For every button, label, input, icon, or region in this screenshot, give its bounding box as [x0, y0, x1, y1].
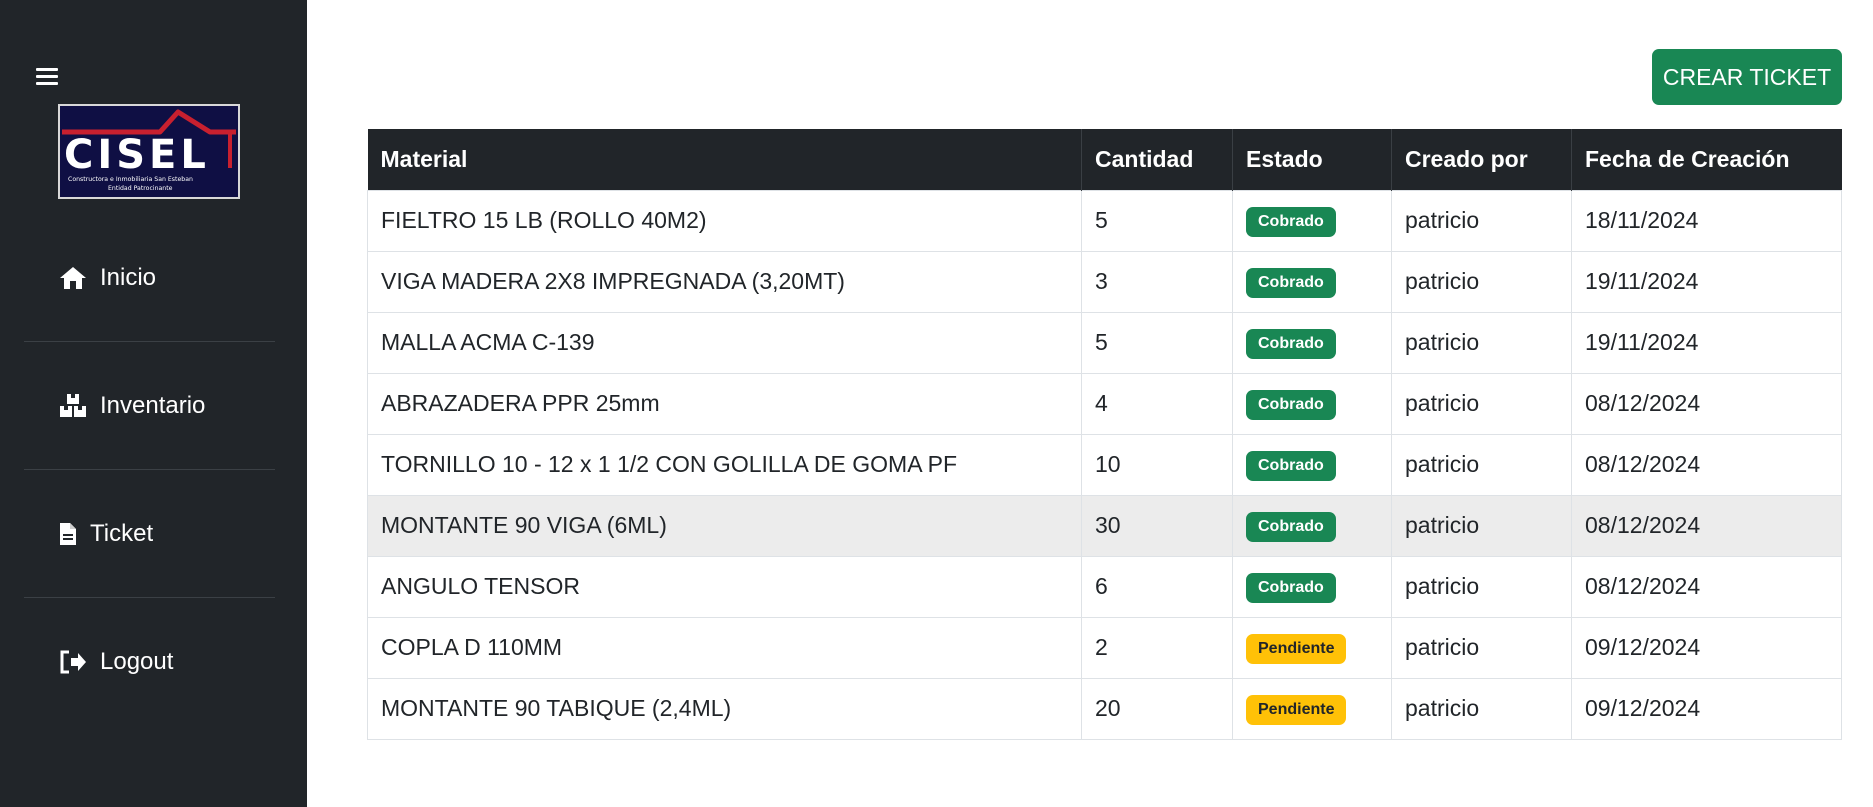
status-badge: Cobrado — [1246, 511, 1336, 542]
table-row[interactable]: MONTANTE 90 TABIQUE (2,4ML) 20 Pendiente pa… — [367, 677, 1842, 740]
material-cell: ABRAZADERA PPR 25mm — [367, 372, 1082, 435]
creado-por-cell: patricio — [1391, 311, 1572, 374]
material-cell: VIGA MADERA 2X8 IMPREGNADA (3,20MT) — [367, 250, 1082, 313]
status-badge: Cobrado — [1246, 572, 1336, 603]
logo-tagline-1: Constructora e Inmobiliaria San Esteban — [68, 176, 193, 183]
cantidad-cell: 6 — [1081, 555, 1233, 618]
estado-cell: Cobrado — [1232, 555, 1392, 618]
creado-por-cell: patricio — [1391, 372, 1572, 435]
status-badge: Cobrado — [1246, 389, 1336, 420]
table-header-row: Material Cantidad Estado Creado por Fech… — [367, 129, 1842, 190]
estado-cell: Cobrado — [1232, 433, 1392, 496]
logout-icon — [58, 648, 88, 676]
creado-por-cell: patricio — [1391, 189, 1572, 252]
fecha-cell: 19/11/2024 — [1571, 311, 1842, 374]
sidebar-item-label: Ticket — [90, 519, 154, 547]
fecha-cell: 18/11/2024 — [1571, 189, 1842, 252]
cantidad-cell: 2 — [1081, 616, 1233, 679]
sidebar-item-ticket[interactable]: Ticket — [24, 470, 275, 598]
fecha-cell: 09/12/2024 — [1571, 677, 1842, 740]
column-header-estado[interactable]: Estado — [1232, 129, 1392, 190]
main-content: CREAR TICKET Material Cantidad Estado Cr… — [307, 0, 1873, 807]
creado-por-cell: patricio — [1391, 433, 1572, 496]
table-row[interactable]: MALLA ACMA C-139 5 Cobrado patricio 19/11/20… — [367, 311, 1842, 374]
fecha-cell: 08/12/2024 — [1571, 494, 1842, 557]
sidebar-item-label: Inventario — [100, 391, 206, 419]
fecha-cell: 09/12/2024 — [1571, 616, 1842, 679]
material-cell: TORNILLO 10 - 12 x 1 1/2 CON GOLILLA DE … — [367, 433, 1082, 496]
status-badge: Cobrado — [1246, 450, 1336, 481]
material-cell: MALLA ACMA C-139 — [367, 311, 1082, 374]
column-header-material[interactable]: Material — [367, 129, 1082, 190]
table-row[interactable]: MONTANTE 90 VIGA (6ML) 30 Cobrado patricio 0… — [367, 494, 1842, 557]
hamburger-menu-icon[interactable] — [36, 68, 58, 88]
sidebar-item-logout[interactable]: Logout — [24, 598, 275, 726]
status-badge: Cobrado — [1246, 267, 1336, 298]
table-row[interactable]: COPLA D 110MM 2 Pendiente patricio 09/12/202… — [367, 616, 1842, 679]
file-icon — [58, 520, 78, 548]
creado-por-cell: patricio — [1391, 677, 1572, 740]
creado-por-cell: patricio — [1391, 555, 1572, 618]
fecha-cell: 08/12/2024 — [1571, 372, 1842, 435]
fecha-cell: 08/12/2024 — [1571, 433, 1842, 496]
estado-cell: Cobrado — [1232, 494, 1392, 557]
status-badge: Cobrado — [1246, 328, 1336, 359]
table-row[interactable]: VIGA MADERA 2X8 IMPREGNADA (3,20MT) 3 Cobr… — [367, 250, 1842, 313]
estado-cell: Cobrado — [1232, 250, 1392, 313]
material-cell: ANGULO TENSOR — [367, 555, 1082, 618]
material-cell: FIELTRO 15 LB (ROLLO 40M2) — [367, 189, 1082, 252]
estado-cell: Cobrado — [1232, 311, 1392, 374]
sidebar-item-label: Logout — [100, 648, 174, 675]
creado-por-cell: patricio — [1391, 494, 1572, 557]
company-logo: CISEL Constructora e Inmobiliaria San Es… — [58, 104, 240, 199]
logo-text: CISEL — [64, 132, 210, 178]
cantidad-cell: 3 — [1081, 250, 1233, 313]
sidebar: CISEL Constructora e Inmobiliaria San Es… — [0, 0, 307, 807]
column-header-creado-por[interactable]: Creado por — [1391, 129, 1572, 190]
table-row[interactable]: FIELTRO 15 LB (ROLLO 40M2) 5 Cobrado patric… — [367, 189, 1842, 252]
estado-cell: Pendiente — [1232, 677, 1392, 740]
status-badge: Cobrado — [1246, 206, 1336, 237]
cantidad-cell: 10 — [1081, 433, 1233, 496]
status-badge: Pendiente — [1246, 694, 1347, 725]
cantidad-cell: 5 — [1081, 189, 1233, 252]
estado-cell: Cobrado — [1232, 372, 1392, 435]
creado-por-cell: patricio — [1391, 616, 1572, 679]
boxes-icon — [58, 392, 88, 420]
home-icon — [58, 264, 88, 292]
material-cell: MONTANTE 90 VIGA (6ML) — [367, 494, 1082, 557]
cantidad-cell: 20 — [1081, 677, 1233, 740]
cantidad-cell: 30 — [1081, 494, 1233, 557]
cantidad-cell: 4 — [1081, 372, 1233, 435]
estado-cell: Pendiente — [1232, 616, 1392, 679]
table-row[interactable]: TORNILLO 10 - 12 x 1 1/2 CON GOLILLA DE … — [367, 433, 1842, 496]
cantidad-cell: 5 — [1081, 311, 1233, 374]
table-body: FIELTRO 15 LB (ROLLO 40M2) 5 Cobrado patric… — [367, 189, 1842, 740]
material-cell: COPLA D 110MM — [367, 616, 1082, 679]
table-row[interactable]: ANGULO TENSOR 6 Cobrado patricio 08/12/2024 — [367, 555, 1842, 618]
column-header-fecha[interactable]: Fecha de Creación — [1571, 129, 1842, 190]
table-row[interactable]: ABRAZADERA PPR 25mm 4 Cobrado patricio 08/12… — [367, 372, 1842, 435]
sidebar-item-inicio[interactable]: Inicio — [24, 214, 275, 342]
status-badge: Pendiente — [1246, 633, 1347, 664]
logo-tagline-2: Entidad Patrocinante — [108, 185, 173, 192]
column-header-cantidad[interactable]: Cantidad — [1081, 129, 1233, 190]
sidebar-item-label: Inicio — [100, 263, 157, 291]
estado-cell: Cobrado — [1232, 189, 1392, 252]
fecha-cell: 08/12/2024 — [1571, 555, 1842, 618]
create-ticket-button[interactable]: CREAR TICKET — [1652, 49, 1842, 105]
fecha-cell: 19/11/2024 — [1571, 250, 1842, 313]
sidebar-item-inventario[interactable]: Inventario — [24, 342, 275, 470]
tickets-table: Material Cantidad Estado Creado por Fech… — [367, 129, 1842, 740]
material-cell: MONTANTE 90 TABIQUE (2,4ML) — [367, 677, 1082, 740]
creado-por-cell: patricio — [1391, 250, 1572, 313]
